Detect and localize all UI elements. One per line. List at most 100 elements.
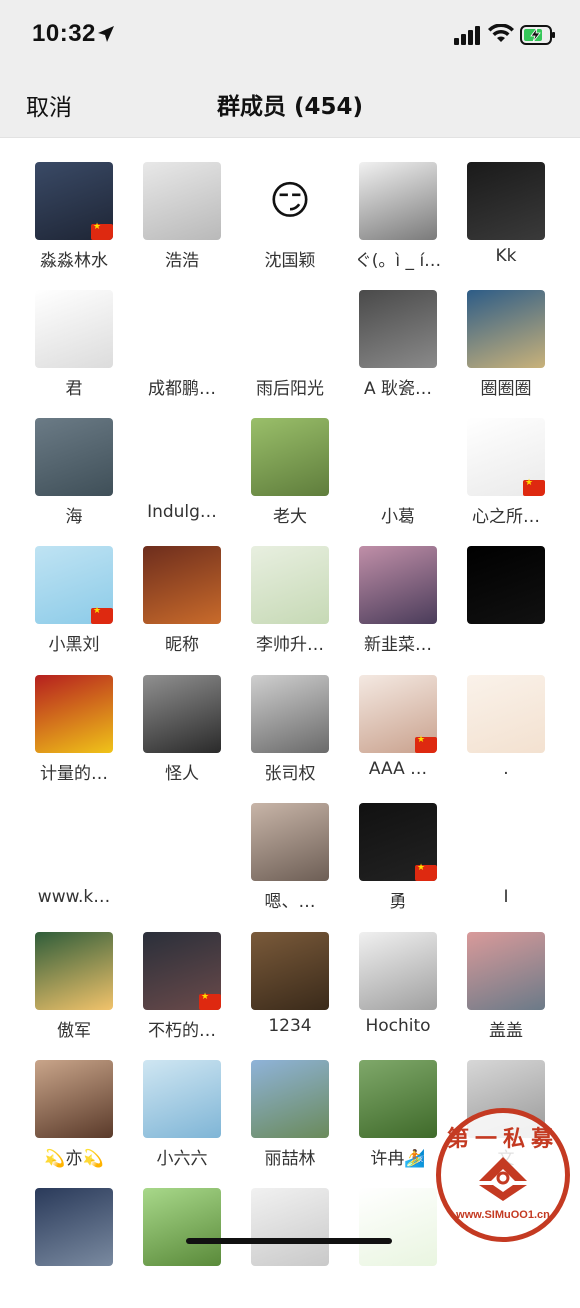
member-item[interactable]: 😏 沈国颖 [236, 162, 344, 282]
member-item[interactable] [128, 803, 236, 923]
member-item[interactable]: 小黑刘 [20, 546, 128, 666]
avatar[interactable] [251, 1060, 329, 1138]
avatar[interactable] [467, 803, 545, 881]
avatar[interactable] [143, 675, 221, 753]
member-item[interactable]: Kk [452, 162, 560, 282]
avatar[interactable] [143, 1188, 221, 1266]
avatar[interactable] [251, 803, 329, 881]
member-name: . [503, 759, 509, 779]
avatar[interactable] [35, 546, 113, 624]
avatar[interactable] [467, 418, 545, 496]
member-item[interactable]: 勇 [344, 803, 452, 923]
avatar[interactable] [359, 1188, 437, 1266]
member-item[interactable]: 浩浩 [128, 162, 236, 282]
member-item[interactable]: 李帅升… [236, 546, 344, 666]
member-item[interactable]: A 耿瓷… [344, 290, 452, 410]
member-name: ぐ(。ì _ í… [354, 251, 442, 271]
avatar[interactable] [467, 546, 545, 624]
member-item[interactable]: 心之所… [452, 418, 560, 538]
member-name: 淼淼林水 [40, 251, 108, 271]
member-item[interactable]: 昵称 [128, 546, 236, 666]
avatar[interactable] [467, 290, 545, 368]
avatar[interactable] [467, 932, 545, 1010]
avatar[interactable] [143, 1060, 221, 1138]
member-item[interactable]: 怪人 [128, 675, 236, 795]
member-item[interactable]: 海 [20, 418, 128, 538]
avatar[interactable] [143, 803, 221, 881]
avatar[interactable] [35, 675, 113, 753]
member-name: 圈圈圈 [480, 379, 532, 399]
avatar[interactable] [251, 546, 329, 624]
member-item[interactable]: 许冉🏄 [344, 1060, 452, 1180]
member-item[interactable]: 计量的… [20, 675, 128, 795]
member-item[interactable]: 傲军 [20, 932, 128, 1052]
avatar[interactable] [251, 290, 329, 368]
member-item[interactable]: 淼淼林水 [20, 162, 128, 282]
member-item[interactable]: 嗯、… [236, 803, 344, 923]
member-name: I [503, 887, 509, 907]
member-item[interactable]: 成都鹏… [128, 290, 236, 410]
avatar[interactable]: 😏 [251, 162, 329, 240]
member-name: 张司权 [264, 764, 316, 784]
member-item[interactable]: ぐ(。ì _ í… [344, 162, 452, 282]
avatar[interactable] [35, 1188, 113, 1266]
avatar[interactable] [35, 418, 113, 496]
member-name: Hochito [365, 1016, 431, 1036]
avatar[interactable] [251, 932, 329, 1010]
member-item[interactable]: I [452, 803, 560, 923]
member-item[interactable]: AAA … [344, 675, 452, 795]
member-item[interactable]: 不朽的… [128, 932, 236, 1052]
member-item[interactable]: 1234 [236, 932, 344, 1052]
avatar[interactable] [251, 418, 329, 496]
avatar[interactable] [143, 418, 221, 496]
avatar[interactable] [359, 675, 437, 753]
member-item[interactable]: www.k… [20, 803, 128, 923]
avatar[interactable] [35, 1060, 113, 1138]
member-item[interactable]: Indulg… [128, 418, 236, 538]
member-item[interactable]: 小六六 [128, 1060, 236, 1180]
avatar[interactable] [359, 546, 437, 624]
member-item[interactable] [236, 1188, 344, 1308]
member-item[interactable]: 丽喆林 [236, 1060, 344, 1180]
avatar[interactable] [359, 418, 437, 496]
wifi-icon [488, 24, 514, 42]
member-name: 雨后阳光 [256, 379, 324, 399]
member-item[interactable]: Hochito [344, 932, 452, 1052]
avatar[interactable] [359, 290, 437, 368]
member-item[interactable]: 💫亦💫 [20, 1060, 128, 1180]
avatar[interactable] [35, 803, 113, 881]
avatar[interactable] [35, 932, 113, 1010]
member-item[interactable] [344, 1188, 452, 1308]
avatar[interactable] [467, 675, 545, 753]
avatar[interactable] [143, 162, 221, 240]
avatar[interactable] [359, 803, 437, 881]
member-item[interactable] [128, 1188, 236, 1308]
avatar[interactable] [251, 1188, 329, 1266]
member-item[interactable] [20, 1188, 128, 1308]
member-item[interactable]: 盖盖 [452, 932, 560, 1052]
china-flag-icon [415, 735, 437, 753]
avatar[interactable] [359, 932, 437, 1010]
avatar[interactable] [143, 546, 221, 624]
avatar[interactable] [467, 162, 545, 240]
avatar[interactable] [143, 290, 221, 368]
member-item[interactable]: 君 [20, 290, 128, 410]
member-item[interactable]: . [452, 675, 560, 795]
member-item[interactable]: 圈圈圈 [452, 290, 560, 410]
member-name: Kk [495, 246, 517, 266]
member-name: 昵称 [165, 635, 199, 655]
member-item[interactable] [452, 546, 560, 666]
avatar[interactable] [35, 162, 113, 240]
avatar[interactable] [359, 1060, 437, 1138]
home-indicator[interactable] [186, 1238, 392, 1244]
member-item[interactable]: 老大 [236, 418, 344, 538]
avatar[interactable] [359, 162, 437, 240]
avatar[interactable] [251, 675, 329, 753]
member-grid: 淼淼林水 浩浩 😏 沈国颖 ぐ(。ì _ í… Kk 君 成都鹏… 雨后阳光 A 耿瓷… 圈圈圈海 I… [0, 0, 580, 1266]
member-item[interactable]: 雨后阳光 [236, 290, 344, 410]
avatar[interactable] [143, 932, 221, 1010]
member-item[interactable]: 小葛 [344, 418, 452, 538]
avatar[interactable] [35, 290, 113, 368]
member-item[interactable]: 张司权 [236, 675, 344, 795]
member-item[interactable]: 新韭菜… [344, 546, 452, 666]
